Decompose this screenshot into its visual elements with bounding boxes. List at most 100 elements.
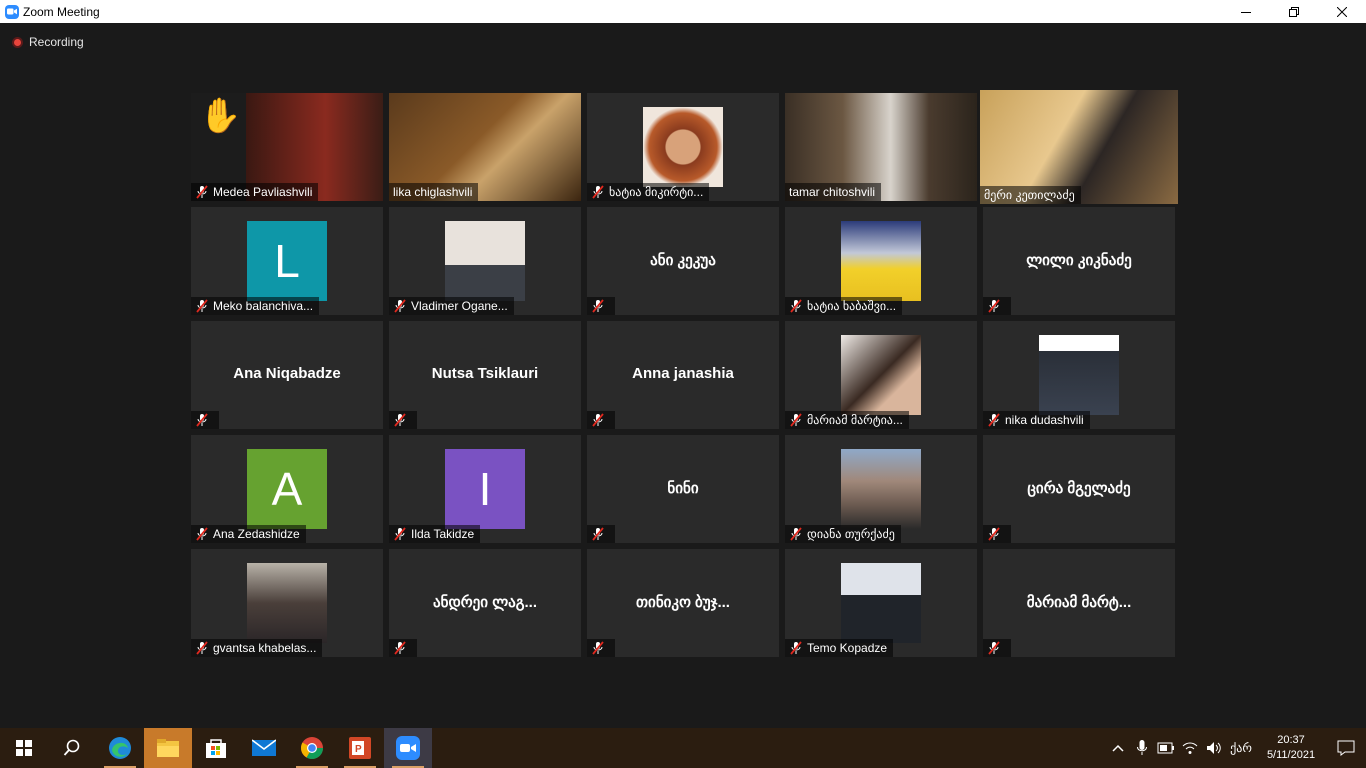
muted-microphone-icon: [790, 413, 802, 427]
restore-icon[interactable]: [1270, 0, 1318, 23]
participant-name-tag: nika dudashvili: [983, 411, 1090, 429]
windows-start-icon[interactable]: [0, 728, 48, 768]
minimize-icon[interactable]: [1222, 0, 1270, 23]
volume-icon[interactable]: [1202, 728, 1226, 768]
clock-time: 20:37: [1277, 734, 1305, 746]
muted-microphone-icon: [196, 413, 208, 427]
participant-tile[interactable]: ანი კეკუა: [587, 207, 779, 315]
participant-tile[interactable]: დიანა თურქაძე: [785, 435, 977, 543]
chrome-icon[interactable]: [288, 728, 336, 768]
participant-name-tag: [389, 639, 417, 657]
participant-name: მერი კეთილაძე: [984, 188, 1075, 202]
participant-name-tag: gvantsa khabelas...: [191, 639, 323, 657]
profile-picture: [445, 221, 525, 301]
record-icon: [12, 36, 23, 48]
participant-name: მარიამ მარტია...: [807, 413, 903, 427]
wifi-icon[interactable]: [1178, 728, 1202, 768]
profile-picture: [1039, 335, 1119, 415]
participant-tile[interactable]: gvantsa khabelas...: [191, 549, 383, 657]
participant-name: Temo Kopadze: [807, 641, 888, 655]
muted-microphone-icon: [988, 413, 1000, 427]
participant-name-tag: Meko balanchiva...: [191, 297, 320, 315]
participant-tile[interactable]: მარიამ მარტ...: [983, 549, 1175, 657]
zoom-taskbar-icon[interactable]: [384, 728, 432, 768]
participant-tile[interactable]: I Ilda Takidze: [389, 435, 581, 543]
participant-tile[interactable]: ხატია მიკირტი...: [587, 93, 779, 201]
participant-name-tag: [587, 297, 615, 315]
file-explorer-icon[interactable]: [144, 728, 192, 768]
participant-name-tag: Vladimer Ogane...: [389, 297, 514, 315]
muted-microphone-icon: [988, 527, 1000, 541]
participant-tile[interactable]: ანდრეი ლაგ...: [389, 549, 581, 657]
participant-tile[interactable]: L Meko balanchiva...: [191, 207, 383, 315]
mail-icon[interactable]: [240, 728, 288, 768]
participant-display-name: ცირა მგელაძე: [1027, 480, 1131, 497]
powerpoint-icon[interactable]: P: [336, 728, 384, 768]
microphone-icon[interactable]: [1130, 728, 1154, 768]
participant-display-name: ლილი კიკნაძე: [1026, 252, 1132, 269]
profile-picture: [247, 563, 327, 643]
muted-microphone-icon: [592, 185, 604, 199]
participant-tile[interactable]: Nutsa Tsiklauri: [389, 321, 581, 429]
raised-hand-icon: ✋: [199, 97, 242, 135]
participant-name: lika chiglashvili: [393, 185, 473, 199]
participant-tile[interactable]: A Ana Zedashidze: [191, 435, 383, 543]
participant-name-tag: [983, 639, 1011, 657]
muted-microphone-icon: [394, 527, 406, 541]
muted-microphone-icon: [790, 527, 802, 541]
participant-tile[interactable]: ცირა მგელაძე: [983, 435, 1175, 543]
participant-display-name: მარიამ მარტ...: [1026, 594, 1132, 611]
participant-name: tamar chitoshvili: [789, 185, 876, 199]
participant-name: დიანა თურქაძე: [807, 527, 895, 541]
muted-microphone-icon: [790, 299, 802, 313]
title-bar: Zoom Meeting: [0, 0, 1366, 23]
participant-name: Vladimer Ogane...: [411, 299, 508, 313]
participant-name-tag: [983, 297, 1011, 315]
participant-tile[interactable]: tamar chitoshvili: [785, 93, 977, 201]
edge-browser-icon[interactable]: [96, 728, 144, 768]
participant-display-name: ანდრეი ლაგ...: [432, 594, 537, 611]
clock[interactable]: 20:37 5/11/2021: [1256, 733, 1326, 763]
language-indicator[interactable]: ქარ: [1226, 728, 1256, 768]
muted-microphone-icon: [196, 527, 208, 541]
close-icon[interactable]: [1318, 0, 1366, 23]
gallery-view: ✋ Medea Pavliashvili lika chiglashvili ხატი…: [191, 90, 1178, 657]
recording-indicator[interactable]: Recording: [12, 35, 84, 49]
participant-tile[interactable]: მერი კეთილაძე: [980, 90, 1178, 204]
participant-tile[interactable]: ✋ Medea Pavliashvili: [191, 93, 383, 201]
muted-microphone-icon: [394, 641, 406, 655]
participant-tile[interactable]: ლილი კიკნაძე: [983, 207, 1175, 315]
battery-icon[interactable]: [1154, 728, 1178, 768]
participant-tile[interactable]: nika dudashvili: [983, 321, 1175, 429]
letter-avatar: I: [445, 449, 525, 529]
participant-name-tag: ხატია მიკირტი...: [587, 183, 710, 201]
participant-tile[interactable]: Ana Niqabadze: [191, 321, 383, 429]
search-icon[interactable]: [48, 728, 96, 768]
participant-tile[interactable]: lika chiglashvili: [389, 93, 581, 201]
participant-display-name: Nutsa Tsiklauri: [431, 365, 539, 382]
participant-tile[interactable]: ხატია ხაბაშვი...: [785, 207, 977, 315]
participant-tile[interactable]: Temo Kopadze: [785, 549, 977, 657]
profile-picture: [841, 449, 921, 529]
participant-display-name: ნინი: [667, 480, 699, 497]
participant-display-name: ანი კეკუა: [650, 252, 716, 269]
participant-tile[interactable]: თინიკო ბუჯ...: [587, 549, 779, 657]
participant-tile[interactable]: Anna janashia: [587, 321, 779, 429]
participant-name-tag: Ilda Takidze: [389, 525, 481, 543]
participant-tile[interactable]: Vladimer Ogane...: [389, 207, 581, 315]
chevron-up-icon[interactable]: [1106, 728, 1130, 768]
participant-name: ხატია ხაბაშვი...: [807, 299, 897, 313]
muted-microphone-icon: [988, 641, 1000, 655]
participant-name-tag: Temo Kopadze: [785, 639, 894, 657]
participant-name-tag: Ana Zedashidze: [191, 525, 306, 543]
notification-icon[interactable]: [1326, 740, 1366, 756]
profile-picture: [643, 107, 723, 187]
muted-microphone-icon: [196, 185, 208, 199]
zoom-app-icon: [5, 4, 19, 19]
muted-microphone-icon: [196, 641, 208, 655]
microsoft-store-icon[interactable]: [192, 728, 240, 768]
participant-tile[interactable]: მარიამ მარტია...: [785, 321, 977, 429]
participant-tile[interactable]: ნინი: [587, 435, 779, 543]
avatar-letter: A: [271, 463, 303, 515]
participant-name: nika dudashvili: [1005, 413, 1084, 427]
